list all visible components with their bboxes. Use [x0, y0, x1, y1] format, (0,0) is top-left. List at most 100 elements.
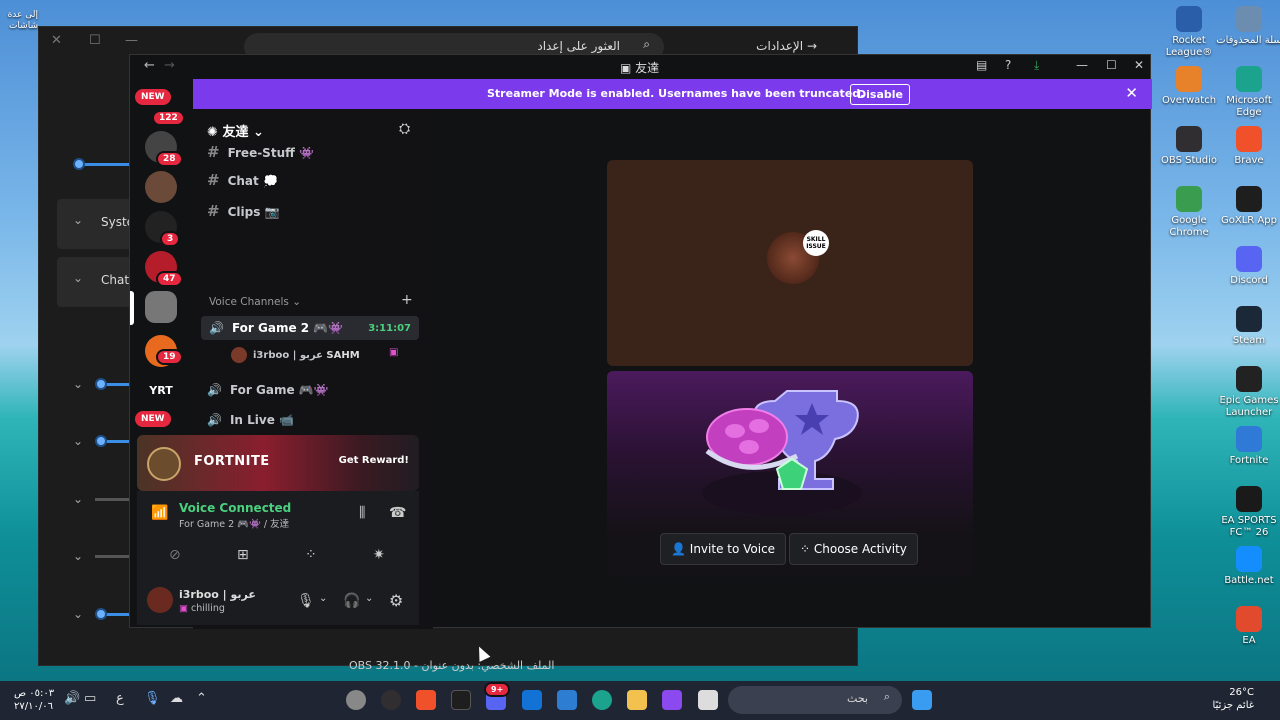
disconnect-icon[interactable]: ☎: [389, 505, 406, 521]
forward-arrow-icon[interactable]: →: [164, 58, 175, 73]
download-icon[interactable]: ⤓: [1034, 58, 1039, 73]
minimize-icon[interactable]: —: [125, 33, 138, 48]
soundboard-icon[interactable]: ✷: [373, 547, 385, 563]
noise-suppression-icon[interactable]: ⫼: [359, 505, 365, 521]
server-header[interactable]: ✺ 友達 ⌄: [207, 121, 264, 140]
outlook-app-icon[interactable]: [522, 690, 542, 710]
server-icon-active[interactable]: [145, 291, 177, 323]
add-channel-icon[interactable]: +: [401, 292, 413, 308]
goxlr-app-icon[interactable]: [451, 690, 471, 710]
desktop-icon[interactable]: Fortnite: [1214, 426, 1280, 467]
voice-channel-for-game[interactable]: 🔊 For Game 🎮👾: [207, 383, 329, 397]
settings-app-icon[interactable]: [346, 690, 366, 710]
desktop-icon[interactable]: EA SPORTS FC™ 26: [1214, 486, 1280, 539]
close-icon[interactable]: ✕: [51, 33, 62, 48]
network-icon[interactable]: ▭: [84, 691, 96, 706]
help-icon[interactable]: ?: [1005, 58, 1011, 72]
slider-knob[interactable]: [95, 378, 107, 390]
promo-game-title: FORTNITE: [194, 454, 270, 469]
start-button[interactable]: [912, 690, 932, 710]
choose-activity-button[interactable]: ⁘ Choose Activity: [789, 533, 918, 565]
audio-slider[interactable]: [95, 498, 131, 501]
banner-message: Streamer Mode is enabled. Usernames have…: [487, 87, 865, 100]
window-title: ▣ 友達: [620, 61, 660, 75]
maximize-icon[interactable]: ☐: [1106, 58, 1117, 72]
channel-chat[interactable]: # Chat 💭: [207, 171, 278, 189]
avatar[interactable]: [147, 587, 173, 613]
microphone-icon[interactable]: 🎙: [144, 691, 161, 706]
voice-channel-for-game-2[interactable]: 🔊 For Game 2 🎮👾 3:11:07: [201, 316, 419, 340]
taskbar-search[interactable]: بحث ⌕: [728, 686, 902, 714]
desktop-icon[interactable]: Epic Games Launcher: [1214, 366, 1280, 419]
slider-knob[interactable]: [95, 608, 107, 620]
fortnite-promo-banner[interactable]: FORTNITE Get Reward!: [137, 435, 419, 491]
chevron-up-icon[interactable]: ⌃: [196, 691, 207, 706]
obs-app-icon[interactable]: [381, 690, 401, 710]
copilot-app-icon[interactable]: [662, 690, 682, 710]
user-video-tile[interactable]: SKILL ISSUE: [607, 160, 973, 366]
cloud-icon[interactable]: ☁: [170, 691, 183, 706]
desktop-icon[interactable]: Brave: [1214, 126, 1280, 167]
volume-icon[interactable]: 🔊: [64, 691, 80, 706]
app-icon[interactable]: [698, 690, 718, 710]
brave-app-icon[interactable]: [416, 690, 436, 710]
gear-icon[interactable]: ⚙: [389, 591, 403, 610]
volume-slider[interactable]: [79, 163, 131, 166]
server-icon[interactable]: YRT: [145, 375, 177, 407]
headphones-icon[interactable]: 🎧: [343, 593, 360, 609]
signal-icon[interactable]: 📶: [151, 505, 168, 521]
desktop-icon[interactable]: Battle.net: [1214, 546, 1280, 587]
audio-slider[interactable]: [95, 555, 131, 558]
close-icon[interactable]: ✕: [1134, 58, 1144, 72]
desktop-icon[interactable]: سلة المحذوفات: [1214, 6, 1280, 47]
get-reward-button[interactable]: Get Reward!: [339, 455, 409, 466]
username: i3rboo | عربو: [179, 588, 256, 601]
chevron-down-icon[interactable]: ⌄: [73, 434, 83, 448]
minimize-icon[interactable]: —: [1076, 58, 1088, 72]
inbox-icon[interactable]: ▤: [976, 58, 987, 72]
slider-knob[interactable]: [73, 158, 85, 170]
desktop-icon[interactable]: GoXLR App: [1214, 186, 1280, 227]
add-friend-icon[interactable]: ⛭: [399, 121, 410, 137]
new-badge: NEW: [135, 411, 171, 427]
store-app-icon[interactable]: [557, 690, 577, 710]
hash-icon: #: [207, 171, 220, 189]
weather-widget[interactable]: 26°C غائم جزئيًا: [1213, 686, 1254, 712]
voice-status-channel[interactable]: For Game 2 🎮👾 / 友達: [179, 516, 289, 530]
invite-to-voice-button[interactable]: 👤 Invite to Voice: [660, 533, 787, 565]
disable-button[interactable]: Disable: [850, 84, 910, 105]
desktop-icon[interactable]: Steam: [1214, 306, 1280, 347]
server-icon[interactable]: [145, 171, 177, 203]
discord-window: ← → ▣ 友達 ▤ ? ⤓ — ☐ ✕ Streamer Mode is en…: [129, 54, 1152, 629]
microphone-icon[interactable]: 🎙: [297, 593, 315, 609]
screen-share-icon[interactable]: ⊞: [237, 547, 249, 563]
chevron-down-icon[interactable]: ⌄: [73, 492, 83, 506]
voice-channel-in-live[interactable]: 🔊 In Live 📹: [207, 413, 294, 427]
forward-arrow-icon[interactable]: →: [807, 39, 817, 53]
speaker-icon: 🔊: [207, 413, 222, 427]
voice-channels-header[interactable]: Voice Channels ⌄: [209, 296, 301, 308]
desktop-icon[interactable]: Microsoft Edge: [1214, 66, 1280, 119]
desktop-icon[interactable]: EA: [1214, 606, 1280, 647]
back-arrow-icon[interactable]: ←: [144, 58, 155, 73]
file-explorer-icon[interactable]: [627, 690, 647, 710]
chevron-down-icon[interactable]: ⌄: [365, 593, 373, 604]
channel-clips[interactable]: # Clips 📷: [207, 202, 279, 220]
voice-member[interactable]: i3rboo | عربو SAHM ▣: [231, 347, 398, 363]
app-icon: [1236, 606, 1262, 632]
activities-icon[interactable]: ⁘: [305, 547, 317, 563]
language-indicator[interactable]: ع: [116, 691, 124, 706]
app-icon: [1236, 6, 1262, 32]
chevron-down-icon[interactable]: ⌄: [319, 593, 327, 604]
clock[interactable]: ٠٥:٠٣ ص ٢٧/١٠/٠٦: [14, 687, 54, 713]
channel-free-stuff[interactable]: # Free-Stuff 👾: [207, 143, 314, 161]
close-icon[interactable]: ✕: [1125, 84, 1138, 102]
desktop-icon[interactable]: Discord: [1214, 246, 1280, 287]
maximize-icon[interactable]: ☐: [89, 33, 101, 48]
chevron-down-icon[interactable]: ⌄: [73, 549, 83, 563]
camera-off-icon[interactable]: ⊘: [169, 547, 181, 563]
edge-app-icon[interactable]: [592, 690, 612, 710]
chevron-down-icon[interactable]: ⌄: [73, 607, 83, 621]
slider-knob[interactable]: [95, 435, 107, 447]
chevron-down-icon[interactable]: ⌄: [73, 377, 83, 391]
